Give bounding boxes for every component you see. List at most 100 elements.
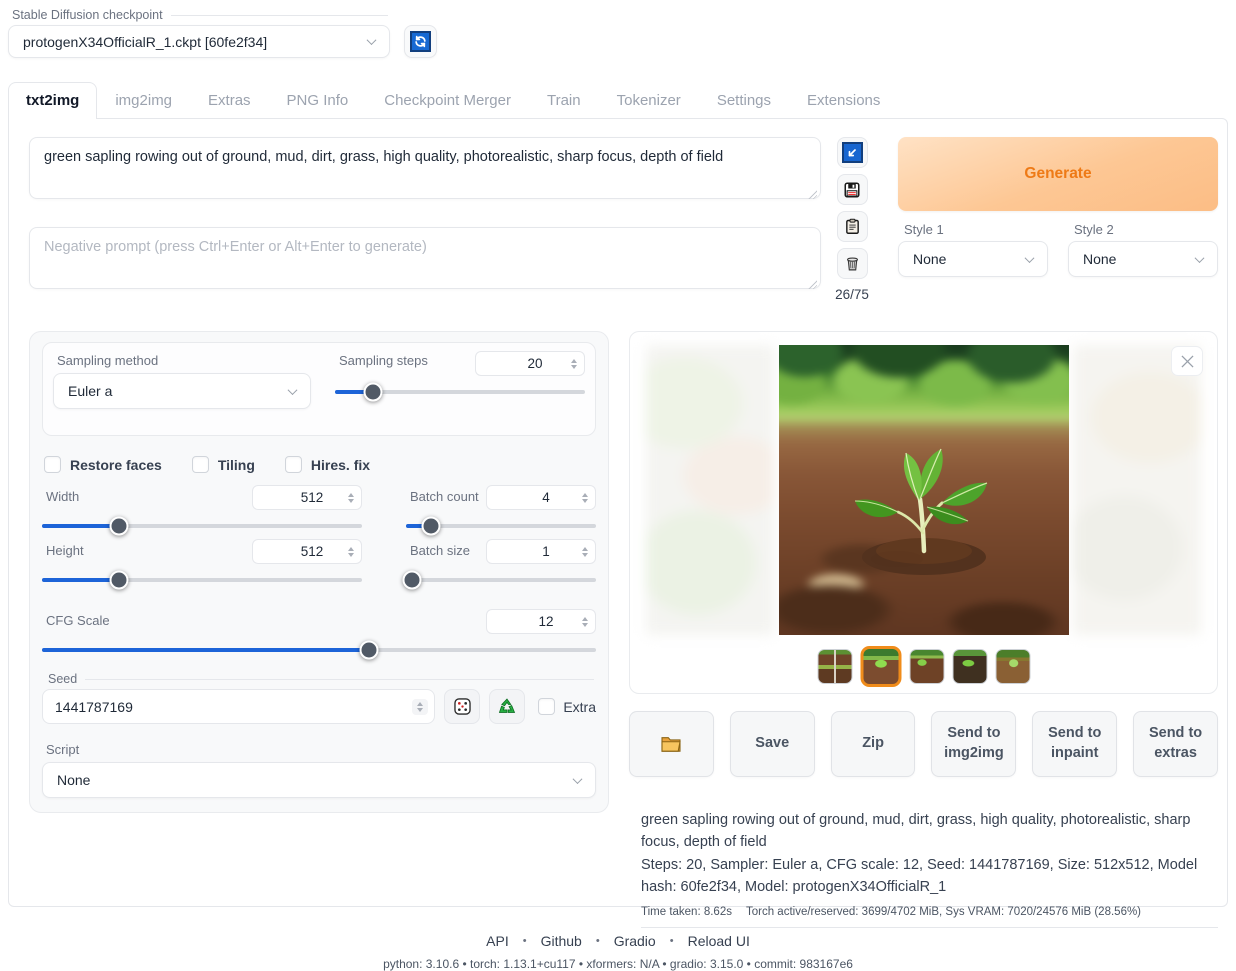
tab-settings[interactable]: Settings [699, 82, 789, 119]
main-tabs: txt2img img2img Extras PNG Info Checkpoi… [8, 82, 1236, 119]
seed-input[interactable] [55, 699, 412, 715]
sampling-steps-input[interactable] [505, 356, 565, 371]
stepper-icon[interactable] [348, 547, 354, 557]
clear-prompt-button[interactable] [837, 248, 868, 279]
footer-link-gradio[interactable]: Gradio [614, 933, 656, 949]
checkbox-icon [538, 698, 555, 715]
checkbox-icon [192, 456, 209, 473]
send-to-img2img-button[interactable]: Send to img2img [931, 711, 1016, 777]
refresh-checkpoints-button[interactable] [404, 25, 437, 58]
slider-thumb[interactable] [109, 517, 128, 536]
output-column: Save Zip Send to img2img Send to inpaint… [629, 331, 1218, 928]
footer-link-reload-ui[interactable]: Reload UI [688, 933, 750, 949]
cfg-scale-input[interactable] [516, 614, 576, 629]
cfg-scale-slider[interactable] [42, 648, 596, 652]
chevron-down-icon [1195, 253, 1205, 263]
slider-thumb[interactable] [363, 383, 382, 402]
sampling-method-value: Euler a [68, 383, 112, 399]
open-folder-button[interactable] [629, 711, 714, 777]
output-actions: Save Zip Send to img2img Send to inpaint… [629, 711, 1218, 777]
slider-thumb[interactable] [421, 517, 440, 536]
tab-tokenizer[interactable]: Tokenizer [599, 82, 699, 119]
txt2img-panel: green sapling rowing out of ground, mud,… [8, 118, 1228, 907]
style1-dropdown[interactable]: None [898, 241, 1048, 277]
height-input[interactable] [282, 544, 342, 559]
batch-size-input[interactable] [516, 544, 576, 559]
send-to-extras-button[interactable]: Send to extras [1133, 711, 1218, 777]
batch-count-number[interactable] [486, 485, 596, 510]
style2-block: Style 2 None [1068, 218, 1218, 277]
close-gallery-button[interactable] [1171, 346, 1203, 376]
style1-value: None [913, 251, 946, 267]
tab-train[interactable]: Train [529, 82, 599, 119]
bullet-separator: • [596, 935, 600, 947]
style2-dropdown[interactable]: None [1068, 241, 1218, 277]
negative-prompt-input[interactable] [29, 227, 821, 289]
cfg-scale-number[interactable] [486, 609, 596, 634]
random-seed-button[interactable] [444, 689, 480, 724]
prompt-column: green sapling rowing out of ground, mud,… [29, 137, 821, 302]
stepper-icon[interactable] [582, 617, 588, 627]
checkpoint-label: Stable Diffusion checkpoint [12, 8, 163, 22]
width-input[interactable] [282, 490, 342, 505]
read-generation-params-button[interactable] [837, 137, 868, 168]
feature-checkboxes: Restore faces Tiling Hires. fix [44, 456, 596, 473]
stepper-icon[interactable] [571, 359, 577, 369]
info-params-text: Steps: 20, Sampler: Euler a, CFG scale: … [641, 854, 1201, 899]
apply-style-button[interactable] [837, 211, 868, 242]
stepper-icon[interactable] [348, 493, 354, 503]
save-style-button[interactable] [837, 174, 868, 205]
label-divider [85, 679, 594, 680]
save-button[interactable]: Save [730, 711, 815, 777]
slider-thumb[interactable] [359, 641, 378, 660]
tab-png-info[interactable]: PNG Info [269, 82, 367, 119]
checkpoint-dropdown[interactable]: protogenX34OfficialR_1.ckpt [60fe2f34] [8, 25, 390, 58]
thumbnail-4[interactable] [952, 649, 987, 684]
reuse-seed-button[interactable] [489, 689, 525, 724]
time-taken-text: Time taken: 8.62s [641, 906, 732, 918]
thumbnail-1[interactable] [817, 649, 852, 684]
thumbnail-3[interactable] [909, 649, 944, 684]
bullet-separator: • [523, 935, 527, 947]
restore-faces-checkbox[interactable]: Restore faces [44, 456, 162, 473]
width-slider[interactable] [42, 524, 362, 528]
tab-checkpoint-merger[interactable]: Checkpoint Merger [366, 82, 529, 119]
batch-size-number[interactable] [486, 539, 596, 564]
zip-button[interactable]: Zip [831, 711, 916, 777]
sampling-steps-slider[interactable] [335, 390, 585, 394]
seed-field[interactable] [42, 689, 435, 724]
stepper-icon[interactable] [582, 493, 588, 503]
stepper-icon[interactable] [582, 547, 588, 557]
height-slider[interactable] [42, 578, 362, 582]
batch-count-slider[interactable] [406, 524, 596, 528]
tiling-checkbox[interactable]: Tiling [192, 456, 255, 473]
generate-button[interactable]: Generate [898, 137, 1218, 211]
footer-link-github[interactable]: Github [541, 933, 582, 949]
tab-extensions[interactable]: Extensions [789, 82, 898, 119]
batch-count-input[interactable] [516, 490, 576, 505]
sampling-method-dropdown[interactable]: Euler a [53, 373, 311, 409]
thumbnail-2-selected[interactable] [860, 646, 901, 687]
tab-extras[interactable]: Extras [190, 82, 269, 119]
extra-seed-checkbox[interactable]: Extra [538, 698, 596, 715]
script-dropdown[interactable]: None [42, 762, 596, 798]
send-to-inpaint-button[interactable]: Send to inpaint [1032, 711, 1117, 777]
sampling-steps-number[interactable] [475, 351, 585, 376]
cfg-scale-label: CFG Scale [42, 611, 112, 633]
width-number[interactable] [252, 485, 362, 510]
generated-image[interactable] [779, 345, 1069, 635]
thumbnail-5[interactable] [995, 649, 1030, 684]
sampling-group: Sampling method Euler a Sampling steps [42, 342, 596, 436]
hires-fix-checkbox[interactable]: Hires. fix [285, 456, 370, 473]
footer-link-api[interactable]: API [486, 933, 509, 949]
height-number[interactable] [252, 539, 362, 564]
slider-thumb[interactable] [402, 571, 421, 590]
tab-txt2img[interactable]: txt2img [8, 82, 97, 119]
prompt-tools-column: 26/75 [835, 137, 869, 302]
tab-img2img[interactable]: img2img [97, 82, 190, 119]
batch-size-control: Batch size [406, 539, 596, 582]
batch-size-slider[interactable] [406, 578, 596, 582]
stepper-icon[interactable] [412, 699, 428, 715]
slider-thumb[interactable] [109, 571, 128, 590]
prompt-input[interactable]: green sapling rowing out of ground, mud,… [29, 137, 821, 199]
